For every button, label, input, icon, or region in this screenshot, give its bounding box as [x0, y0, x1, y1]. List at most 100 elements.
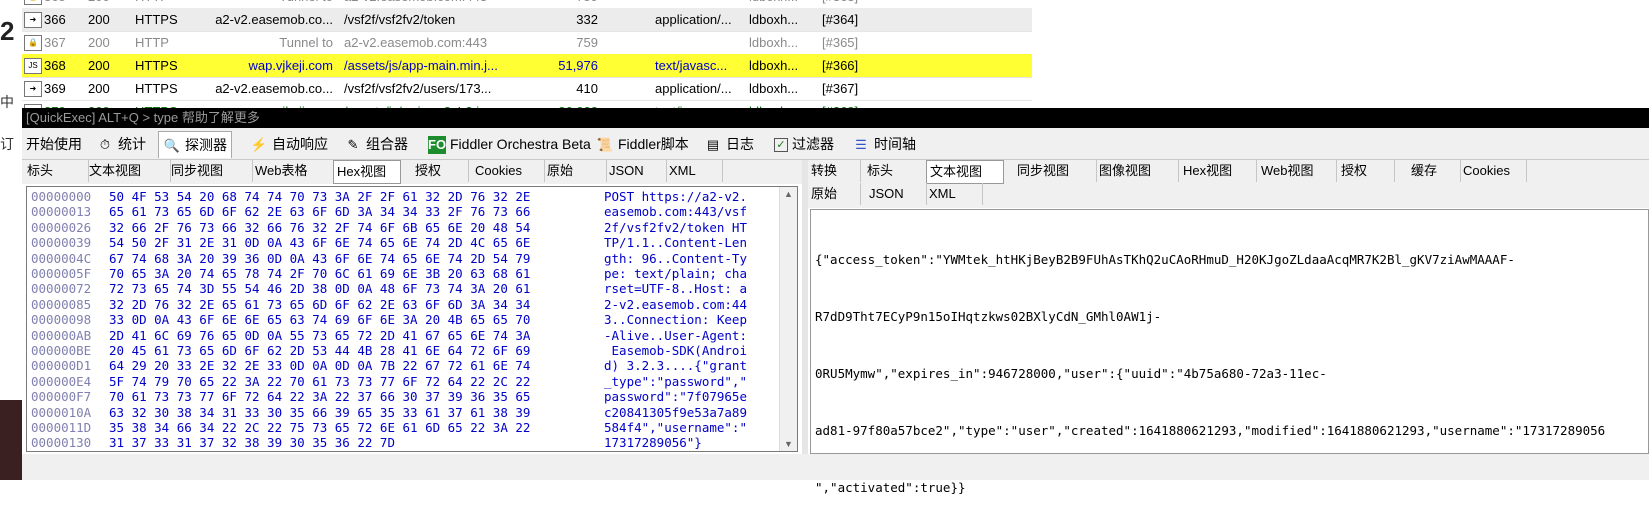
session-type-icon: 🔒 — [24, 0, 42, 5]
rsp-tab-transformer[interactable]: 转换 — [808, 160, 861, 182]
hex-bytes: 67 74 68 3A 20 39 36 0D 0A 43 6F 6E 74 6… — [109, 250, 531, 266]
session-process: ldboxh... — [749, 58, 799, 73]
tab-inspectors[interactable]: 🔍 探测器 — [158, 131, 232, 158]
rsp-tab-syncview[interactable]: 同步视图 — [1014, 160, 1097, 182]
hex-ascii: c20841305f9e53a7a89 — [604, 404, 747, 420]
session-protocol: HTTP — [135, 0, 205, 4]
rsp-tab-cookies[interactable]: Cookies — [1460, 160, 1527, 182]
tab-fiddler-script[interactable]: 📜 Fiddler脚本 — [592, 131, 693, 157]
req-tab-json[interactable]: JSON — [606, 160, 667, 182]
scroll-down-arrow-icon[interactable]: ▼ — [784, 439, 793, 449]
req-tab-auth[interactable]: 授权 — [412, 160, 469, 182]
tab-log[interactable]: ▤ 日志 — [700, 131, 758, 157]
response-line: ad81-97f80a57bce2","type":"user","create… — [815, 423, 1606, 438]
session-row[interactable]: JS370200HTTPSwap.vjkeji.com/assets/js/sw… — [22, 100, 1032, 108]
session-type-icon: ➜ — [24, 81, 42, 97]
session-list[interactable]: 🔒365200HTTPTunnel toa2-v2.easemob.com:44… — [22, 0, 1032, 108]
session-status: 200 — [88, 81, 110, 96]
response-line: 0RU5Mymw","expires_in":946728000,"user":… — [815, 366, 1327, 381]
hex-ascii: TP/1.1..Content-Len — [604, 235, 747, 251]
tab-getting-started[interactable]: 开始使用 — [22, 131, 86, 157]
hex-offset: 000000AB — [31, 327, 92, 343]
hex-offset: 00000072 — [31, 281, 92, 297]
hex-offset: 00000098 — [31, 312, 92, 328]
req-tab-xml[interactable]: XML — [666, 160, 723, 182]
session-url: /vsf2f/vsf2fv2/users/173... — [344, 81, 492, 96]
tab-timeline[interactable]: ☰ 时间轴 — [848, 131, 920, 157]
rsp-tab-auth[interactable]: 授权 — [1338, 160, 1395, 182]
composer-icon: ✎ — [347, 137, 359, 153]
tab-autoresponder[interactable]: ⚡ 自动响应 — [246, 131, 332, 157]
tab-fiddler-orchestra[interactable]: FO Fiddler Orchestra Beta — [424, 131, 595, 157]
hex-scrollbar[interactable]: ▲ ▼ — [779, 187, 797, 451]
rsp-tab-caching[interactable]: 缓存 — [1408, 160, 1461, 182]
req-tab-syncview[interactable]: 同步视图 — [168, 160, 253, 182]
rsp-tab-xml[interactable]: XML — [926, 183, 983, 205]
timeline-icon: ☰ — [855, 137, 867, 153]
session-process: ldboxh... — [749, 12, 799, 27]
session-status: 200 — [88, 58, 110, 73]
rsp-tab-hexview[interactable]: Hex视图 — [1180, 160, 1257, 182]
response-text-view[interactable]: {"access_token":"YWMtek_htHKjBeyB2B9FUhA… — [810, 209, 1649, 495]
session-type-icon: JS — [24, 58, 42, 74]
hex-bytes: 72 73 65 74 3D 55 54 46 2D 38 0D 0A 48 6… — [109, 281, 531, 297]
req-tab-hexview[interactable]: Hex视图 — [333, 160, 401, 184]
hex-ascii: 3..Connection: Keep — [604, 312, 747, 328]
session-host: a2-v2.easemob.co... — [215, 81, 333, 96]
rsp-tab-raw[interactable]: 原始 — [808, 183, 861, 205]
background-area-right — [1032, 0, 1649, 108]
hex-offset: 00000085 — [31, 296, 92, 312]
tab-label: 自动响应 — [272, 136, 328, 152]
inspector-icon: 🔍 — [163, 138, 181, 154]
hex-bytes: 32 66 2F 76 73 66 32 66 76 32 2F 74 6F 6… — [109, 219, 531, 235]
quickexec-input[interactable]: [QuickExec] ALT+Q > type 帮助了解更多 — [22, 108, 1649, 128]
rsp-tab-json[interactable]: JSON — [866, 183, 927, 205]
hex-ascii: 584f4","username":" — [604, 420, 747, 435]
session-row[interactable]: JS 368 200 HTTPS wap.vjkeji.com/assets/js/ap… — [22, 54, 1032, 78]
session-row[interactable]: ➜ 369 200 HTTPS a2-v2.easemob.co... /vsf2f/vs… — [22, 77, 1032, 101]
hex-offset: 00000013 — [31, 204, 92, 220]
tab-composer[interactable]: ✎ 组合器 — [340, 131, 412, 157]
background-text-2: 订 — [0, 136, 14, 152]
req-tab-webforms[interactable]: Web表格 — [252, 160, 337, 182]
tab-statistics[interactable]: ⏱ 统计 — [92, 131, 150, 157]
rsp-tab-textview[interactable]: 文本视图 — [926, 160, 1004, 184]
hex-ascii: -Alive..User-Agent: — [604, 327, 747, 343]
session-comments: [#363] — [822, 0, 882, 4]
main-tab-bar: 开始使用 ⏱ 统计 🔍 探测器 ⚡ 自动响应 ✎ 组合器 FO Fiddler Orche… — [22, 128, 1649, 160]
req-tab-raw[interactable]: 原始 — [544, 160, 607, 182]
hex-offset: 000000BE — [31, 343, 92, 358]
scroll-up-arrow-icon[interactable]: ▲ — [784, 189, 793, 199]
hex-offset: 00000039 — [31, 235, 92, 251]
session-type: text/javasc... — [655, 58, 728, 73]
hex-bytes: 31 37 33 31 37 32 38 39 30 35 36 22 7D — [109, 435, 395, 451]
rsp-tab-webview[interactable]: Web视图 — [1258, 160, 1337, 182]
hex-offset: 00000000 — [31, 189, 92, 204]
session-body: 332 — [576, 12, 598, 27]
hex-ascii: _type":"password"," — [604, 373, 747, 389]
req-tab-cookies[interactable]: Cookies — [472, 160, 545, 182]
session-row[interactable]: 🔒 367 200 HTTP Tunnel to a2-v2.easemob.com:44… — [22, 31, 1032, 55]
background-window: 2 中 订 — [0, 0, 22, 480]
rsp-tab-headers[interactable]: 标头 — [864, 160, 927, 182]
hex-offset: 00000026 — [31, 219, 92, 235]
session-comments: [#364] — [822, 12, 859, 27]
session-url: /assets/js/app-main.min.j... — [344, 58, 498, 73]
session-protocol: HTTPS — [135, 81, 178, 96]
tab-label: 组合器 — [366, 136, 408, 152]
session-num: 365 — [44, 0, 84, 4]
session-body: 410 — [576, 81, 598, 96]
rsp-tab-imageview[interactable]: 图像视图 — [1096, 160, 1179, 182]
session-protocol: HTTP — [135, 35, 169, 50]
response-line: {"access_token":"YWMtek_htHKjBeyB2B9FUhA… — [815, 252, 1515, 267]
session-comments: [#365] — [822, 35, 859, 50]
script-icon: 📜 — [596, 137, 614, 153]
hex-ascii: d) 3.2.3....{"grant — [604, 358, 747, 374]
hex-bytes: 20 45 61 73 65 6D 6F 62 2D 53 44 4B 28 4… — [109, 343, 531, 358]
tab-filters[interactable]: ✓ 过滤器 — [770, 131, 838, 157]
session-row[interactable]: ➜ 366 200 HTTPS a2-v2.easemob.co... /vsf2f/vs… — [22, 8, 1032, 32]
hex-ascii: gth: 96..Content-Ty — [604, 250, 747, 266]
req-tab-headers[interactable]: 标头 — [24, 160, 89, 182]
req-tab-textview[interactable]: 文本视图 — [86, 160, 171, 182]
hex-view-panel[interactable]: ▲ ▼ 00000000 50 4F 53 54 20 68 74 74 70 7… — [26, 186, 798, 452]
